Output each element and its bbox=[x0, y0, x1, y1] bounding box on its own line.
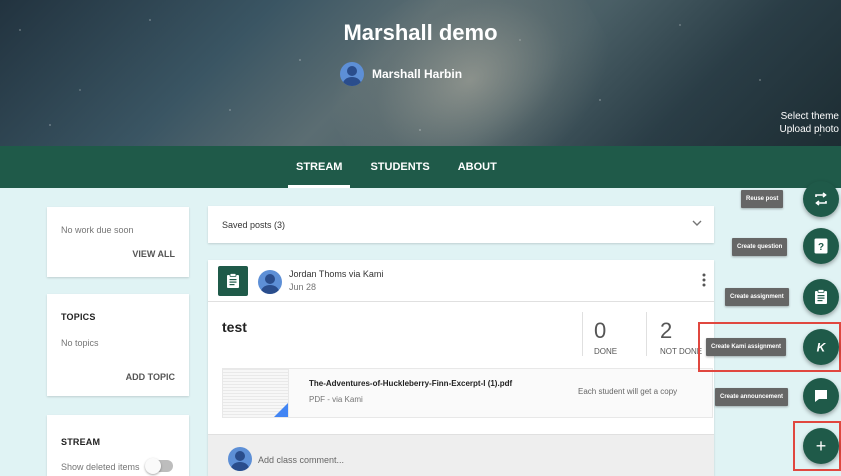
create-announcement-button[interactable] bbox=[803, 378, 839, 414]
commenter-avatar bbox=[228, 447, 252, 471]
topics-empty-text: No topics bbox=[61, 338, 99, 348]
post-author: Jordan Thoms via Kami bbox=[289, 269, 384, 279]
repeat-icon bbox=[815, 192, 827, 206]
post-date: Jun 28 bbox=[289, 282, 317, 292]
not-done-count[interactable]: 2 bbox=[660, 318, 672, 344]
create-question-button[interactable]: ? bbox=[803, 228, 839, 264]
svg-text:K: K bbox=[817, 341, 827, 355]
tab-about[interactable]: ABOUT bbox=[444, 146, 511, 188]
announcement-icon bbox=[815, 390, 827, 402]
attachment-name[interactable]: The-Adventures-of-Huckleberry-Finn-Excer… bbox=[309, 379, 512, 388]
upcoming-work-card: No work due soon VIEW ALL bbox=[47, 207, 189, 277]
view-all-link[interactable]: VIEW ALL bbox=[132, 249, 175, 259]
saved-posts-bar[interactable]: Saved posts (3) bbox=[208, 206, 714, 243]
show-deleted-label: Show deleted items bbox=[61, 462, 140, 472]
select-theme-link[interactable]: Select theme bbox=[780, 110, 839, 123]
main-add-button[interactable]: + bbox=[803, 428, 839, 464]
topics-card: TOPICS No topics ADD TOPIC bbox=[47, 294, 189, 396]
create-assignment-label[interactable]: Create assignment bbox=[725, 288, 789, 306]
attachment-permission: Each student will get a copy bbox=[578, 387, 678, 396]
tab-stream[interactable]: STREAM bbox=[282, 146, 356, 188]
author-avatar bbox=[258, 270, 282, 294]
assignment-post-card: Jordan Thoms via Kami Jun 28 test 0 DONE… bbox=[208, 260, 714, 476]
class-nav-bar: STREAM STUDENTS ABOUT bbox=[0, 146, 841, 188]
upcoming-empty-text: No work due soon bbox=[61, 225, 134, 235]
create-assignment-button[interactable] bbox=[803, 279, 839, 315]
reuse-post-button[interactable] bbox=[803, 181, 839, 217]
chevron-down-icon[interactable] bbox=[692, 218, 702, 228]
class-banner: Marshall demo Marshall Harbin Select the… bbox=[0, 0, 841, 146]
svg-text:?: ? bbox=[818, 242, 824, 253]
plus-icon: + bbox=[815, 436, 827, 456]
stream-heading: STREAM bbox=[61, 437, 101, 447]
create-question-label[interactable]: Create question bbox=[732, 238, 788, 256]
create-kami-assignment-button[interactable]: K bbox=[803, 329, 839, 365]
pdf-thumbnail bbox=[223, 369, 289, 417]
teacher-info: Marshall Harbin bbox=[340, 62, 462, 86]
theme-links: Select theme Upload photo bbox=[780, 110, 840, 136]
kami-k-icon: K bbox=[817, 341, 827, 355]
post-title[interactable]: test bbox=[222, 319, 247, 335]
teacher-name: Marshall Harbin bbox=[372, 67, 463, 81]
create-kami-assignment-label[interactable]: Create Kami assignment bbox=[706, 338, 787, 356]
add-topic-link[interactable]: ADD TOPIC bbox=[126, 372, 175, 382]
class-title: Marshall demo bbox=[343, 20, 498, 45]
topics-heading: TOPICS bbox=[61, 312, 96, 322]
done-label: DONE bbox=[594, 347, 618, 356]
stat-divider bbox=[582, 312, 583, 356]
clipboard-icon bbox=[815, 289, 827, 304]
kami-corner-icon bbox=[274, 403, 288, 417]
create-announcement-label[interactable]: Create announcement bbox=[715, 388, 789, 406]
post-header: Jordan Thoms via Kami Jun 28 bbox=[208, 260, 714, 302]
done-count[interactable]: 0 bbox=[594, 318, 606, 344]
attachment-source: PDF - via Kami bbox=[309, 395, 363, 404]
teacher-avatar bbox=[340, 62, 364, 86]
comment-placeholder[interactable]: Add class comment... bbox=[258, 455, 344, 465]
show-deleted-toggle[interactable] bbox=[145, 458, 173, 474]
reuse-post-label[interactable]: Reuse post bbox=[741, 190, 784, 208]
upload-photo-link[interactable]: Upload photo bbox=[780, 123, 840, 136]
assignment-icon bbox=[218, 266, 248, 296]
question-icon: ? bbox=[814, 238, 828, 254]
saved-posts-label: Saved posts (3) bbox=[222, 220, 286, 230]
class-comment-bar[interactable]: Add class comment... bbox=[208, 434, 714, 476]
attachment-item[interactable]: The-Adventures-of-Huckleberry-Finn-Excer… bbox=[222, 368, 713, 418]
stream-settings-card: STREAM Show deleted items bbox=[47, 415, 189, 476]
stat-divider bbox=[646, 312, 647, 356]
not-done-label: NOT DONE bbox=[660, 347, 703, 356]
more-options-icon[interactable] bbox=[702, 272, 706, 288]
tab-students[interactable]: STUDENTS bbox=[356, 146, 443, 188]
